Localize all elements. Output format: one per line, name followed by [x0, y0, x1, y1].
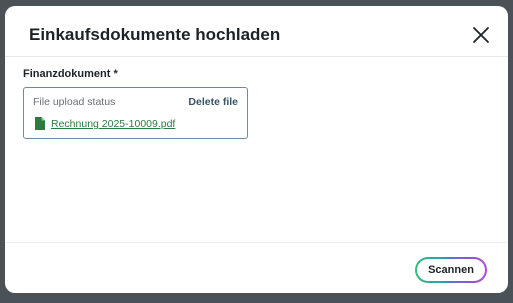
dialog-footer: Scannen	[5, 242, 508, 293]
close-button[interactable]	[472, 26, 490, 44]
delete-file-button[interactable]: Delete file	[188, 96, 238, 108]
dialog-header: Einkaufsdokumente hochladen	[5, 6, 508, 57]
upload-dialog: Einkaufsdokumente hochladen Finanzdokume…	[5, 6, 508, 293]
dialog-title: Einkaufsdokumente hochladen	[29, 25, 281, 44]
finanzdokument-label: Finanzdokument *	[23, 68, 118, 80]
file-upload-box: File upload status Delete file Rechnung …	[23, 87, 248, 139]
upload-status-label: File upload status	[33, 96, 116, 108]
document-icon	[35, 117, 45, 130]
close-icon	[473, 27, 489, 43]
scan-button[interactable]: Scannen	[415, 257, 487, 283]
uploaded-file-link[interactable]: Rechnung 2025-10009.pdf	[51, 118, 175, 130]
scan-button-label: Scannen	[417, 259, 485, 281]
